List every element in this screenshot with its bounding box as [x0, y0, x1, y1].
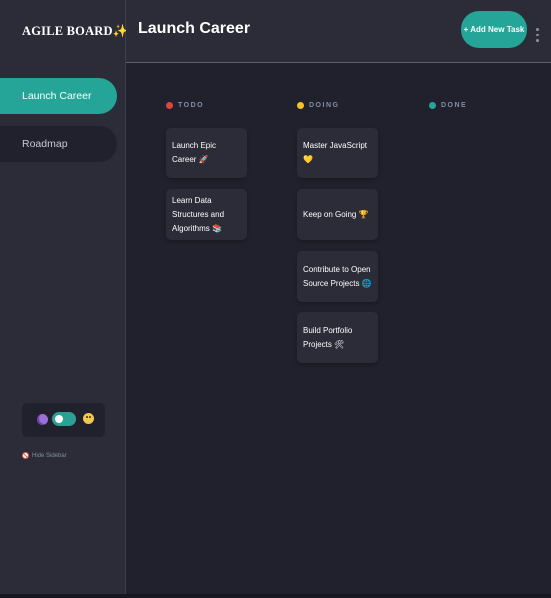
- brand-logo: AGILE BOARD✨: [22, 24, 129, 38]
- column-name: DOING: [309, 102, 340, 109]
- task-title: Learn Data Structures and Algorithms 📚: [172, 195, 225, 233]
- task-card[interactable]: Master JavaScript 💛: [297, 128, 378, 178]
- task-title: Launch Epic Career 🚀: [172, 141, 217, 164]
- column-header-doing: DOING: [297, 102, 339, 109]
- column-header-done: DONE: [429, 102, 467, 109]
- column-header-todo: TODO: [166, 102, 204, 109]
- column-color-dot: [429, 102, 436, 109]
- bottom-border: [0, 594, 551, 598]
- theme-toggle-switch[interactable]: [52, 412, 76, 426]
- task-card[interactable]: Learn Data Structures and Algorithms 📚: [166, 189, 247, 240]
- header: Launch Career + Add New Task: [126, 0, 551, 63]
- task-card[interactable]: Launch Epic Career 🚀: [166, 128, 247, 178]
- sidebar: AGILE BOARD✨ Launch Career Roadmap Hide …: [0, 0, 129, 594]
- column-name: TODO: [178, 102, 205, 109]
- column-name: DONE: [441, 102, 468, 109]
- task-title: Contribute to Open Source Projects 🌐: [303, 264, 372, 288]
- prohibited-icon: [22, 452, 29, 459]
- task-title: Master JavaScript 💛: [303, 141, 368, 164]
- more-options-icon[interactable]: [536, 28, 540, 44]
- moon-icon: [37, 414, 48, 425]
- app-root: AGILE BOARD✨ Launch Career Roadmap Hide …: [0, 0, 551, 598]
- hide-sidebar-button[interactable]: Hide Sidebar: [22, 452, 67, 459]
- hide-sidebar-label: Hide Sidebar: [32, 452, 67, 459]
- theme-toggle-panel: [22, 403, 105, 437]
- task-card[interactable]: Build Portfolio Projects 🛠: [297, 312, 378, 363]
- sidebar-item-roadmap[interactable]: Roadmap: [0, 126, 117, 162]
- task-title: Keep on Going 🏆: [303, 209, 369, 219]
- task-card[interactable]: Keep on Going 🏆: [297, 189, 378, 240]
- sun-face-icon: [83, 413, 94, 424]
- toggle-knob: [55, 415, 63, 423]
- sidebar-item-launch-career[interactable]: Launch Career: [0, 78, 117, 114]
- column-color-dot: [166, 102, 173, 109]
- column-color-dot: [297, 102, 304, 109]
- task-title: Build Portfolio Projects 🛠: [303, 325, 353, 349]
- add-new-task-button[interactable]: + Add New Task: [461, 11, 527, 48]
- sidebar-item-label: Roadmap: [22, 138, 68, 150]
- task-card[interactable]: Contribute to Open Source Projects 🌐: [297, 251, 378, 302]
- sidebar-item-label: Launch Career: [22, 90, 92, 102]
- page-title: Launch Career: [138, 20, 251, 37]
